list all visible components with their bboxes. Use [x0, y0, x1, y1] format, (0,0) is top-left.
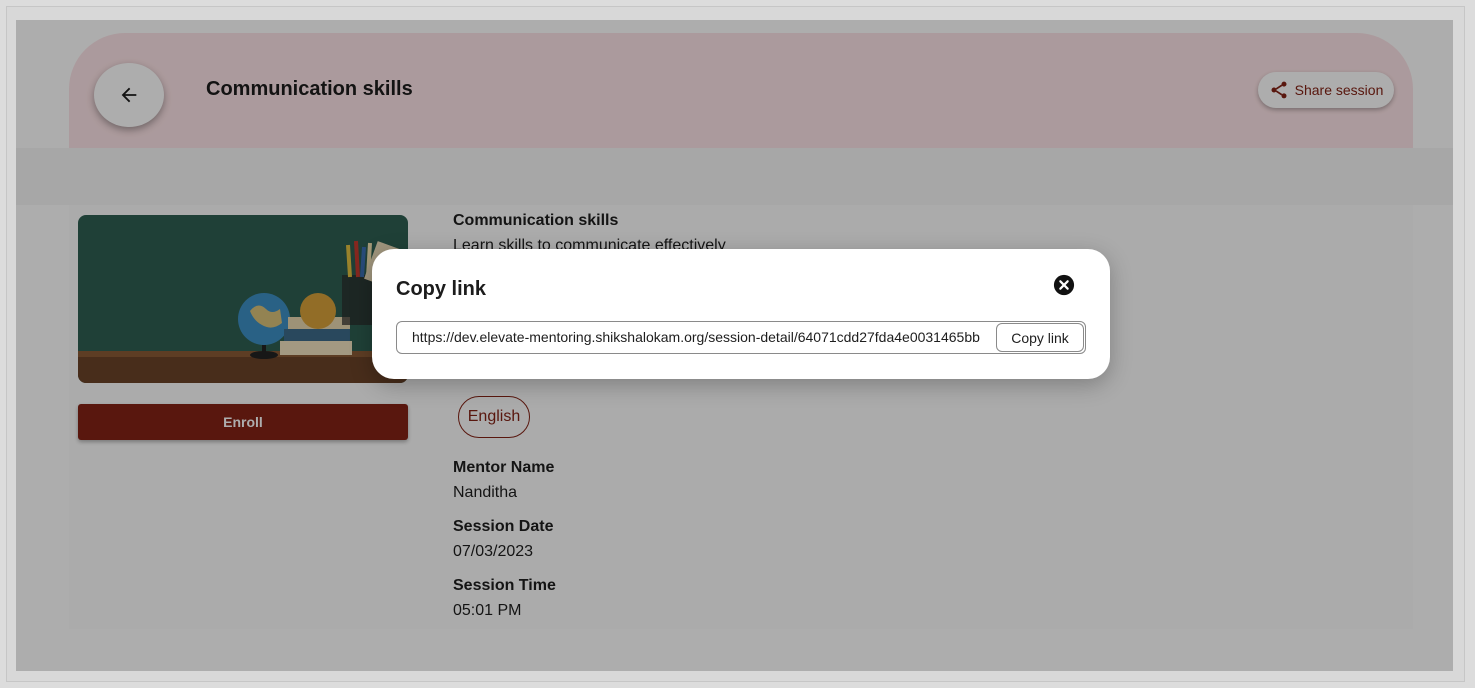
share-link-field[interactable]: https://dev.elevate-mentoring.shikshalok…: [396, 321, 1086, 354]
close-icon[interactable]: [1053, 274, 1075, 296]
share-link-text[interactable]: https://dev.elevate-mentoring.shikshalok…: [412, 329, 992, 345]
copy-link-modal: Copy link https://dev.elevate-mentoring.…: [372, 249, 1110, 379]
copy-link-button[interactable]: Copy link: [996, 323, 1084, 352]
app-window: Communication skills Share session Enrol…: [16, 20, 1453, 671]
modal-title: Copy link: [396, 278, 487, 300]
